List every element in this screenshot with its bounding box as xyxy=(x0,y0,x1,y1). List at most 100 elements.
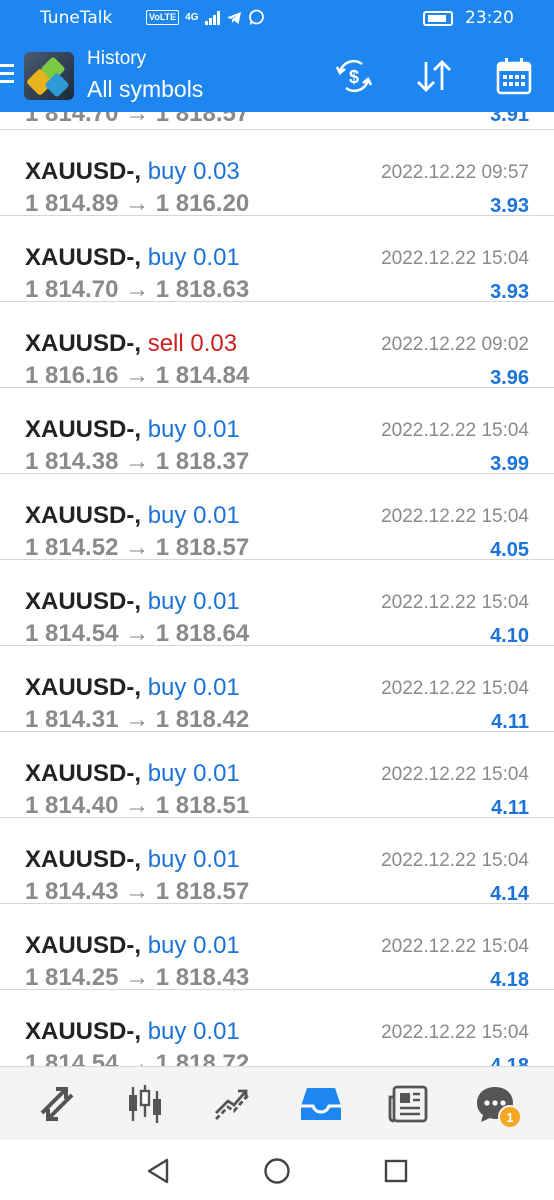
trade-side: buy xyxy=(147,588,187,615)
candlestick-icon xyxy=(129,1085,161,1123)
trade-title: XAUUSD-, buy 0.01 xyxy=(25,1020,240,1044)
trade-volume: 0.01 xyxy=(193,1018,240,1045)
news-tab[interactable] xyxy=(384,1081,434,1127)
open-price: 1 814.43 xyxy=(25,878,119,905)
whatsapp-icon xyxy=(248,9,264,25)
close-price: 1 818.37 xyxy=(155,448,250,475)
open-price: 1 814.89 xyxy=(25,190,119,217)
trade-title: XAUUSD-, buy 0.01 xyxy=(25,848,240,872)
trade-profit: 4.18 xyxy=(490,1055,529,1066)
trade-prices: 1 814.40 → 1 818.51 xyxy=(25,794,249,818)
open-price: 1 814.31 xyxy=(25,706,119,733)
trade-profit: 3.99 xyxy=(490,453,529,475)
trade-prices: 1 814.89 → 1 816.20 xyxy=(25,192,249,216)
trade-volume: 0.01 xyxy=(193,588,240,615)
chart-tab[interactable] xyxy=(120,1081,170,1127)
status-right: 23:20 xyxy=(423,8,514,28)
trade-history-list[interactable]: 1 814.70 → 1 818.57 3.91 XAUUSD-, buy 0.… xyxy=(0,112,554,1066)
partial-trade-row[interactable]: 1 814.70 → 1 818.57 3.91 xyxy=(0,112,554,130)
trade-row[interactable]: XAUUSD-, buy 0.01 2022.12.22 15:04 1 814.5… xyxy=(0,990,554,1067)
trade-symbol: XAUUSD-, xyxy=(25,158,142,185)
carrier-name: TuneTalk xyxy=(40,8,113,28)
messages-badge: 1 xyxy=(498,1105,522,1129)
back-icon xyxy=(147,1158,169,1184)
trade-row[interactable]: XAUUSD-, buy 0.01 2022.12.22 15:04 1 814.7… xyxy=(0,216,554,302)
recents-icon xyxy=(384,1159,408,1183)
trade-title: XAUUSD-, buy 0.03 xyxy=(25,160,240,184)
menu-icon[interactable] xyxy=(0,64,14,84)
close-price: 1 818.64 xyxy=(155,620,250,647)
trade-volume: 0.01 xyxy=(193,932,240,959)
trade-row[interactable]: XAUUSD-, buy 0.01 2022.12.22 15:04 1 814.4… xyxy=(0,818,554,904)
trade-time: 2022.12.22 09:57 xyxy=(381,162,529,183)
arrow-icon: → xyxy=(118,362,156,389)
back-button[interactable] xyxy=(143,1156,173,1186)
trade-row[interactable]: XAUUSD-, buy 0.01 2022.12.22 15:04 1 814.5… xyxy=(0,474,554,560)
trade-profit: 4.10 xyxy=(490,625,529,647)
symbol-filter[interactable]: All symbols xyxy=(87,76,203,103)
trade-tab[interactable] xyxy=(208,1081,258,1127)
trade-prices: 1 814.54 → 1 818.64 xyxy=(25,622,249,646)
trade-row[interactable]: XAUUSD-, buy 0.01 2022.12.22 15:04 1 814.5… xyxy=(0,560,554,646)
trade-volume: 0.01 xyxy=(193,502,240,529)
trade-profit: 4.14 xyxy=(490,883,529,905)
trade-time: 2022.12.22 15:04 xyxy=(381,936,529,957)
trade-symbol: XAUUSD-, xyxy=(25,674,142,701)
open-price: 1 814.52 xyxy=(25,534,119,561)
deposit-withdrawal-button[interactable]: $ xyxy=(330,52,378,100)
trade-time: 2022.12.22 15:04 xyxy=(381,850,529,871)
trade-title: XAUUSD-, buy 0.01 xyxy=(25,504,240,528)
trade-volume: 0.03 xyxy=(193,158,240,185)
trade-row[interactable]: XAUUSD-, sell 0.03 2022.12.22 09:02 1 816.… xyxy=(0,302,554,388)
trade-profit: 4.11 xyxy=(491,797,529,819)
trade-symbol: XAUUSD-, xyxy=(25,588,142,615)
trade-prices: 1 814.52 → 1 818.57 xyxy=(25,536,249,560)
trade-time: 2022.12.22 15:04 xyxy=(381,592,529,613)
calendar-button[interactable] xyxy=(490,52,538,100)
trade-time: 2022.12.22 15:04 xyxy=(381,678,529,699)
quotes-tab[interactable] xyxy=(32,1081,82,1127)
trade-row[interactable]: XAUUSD-, buy 0.01 2022.12.22 15:04 1 814.4… xyxy=(0,732,554,818)
trade-side: buy xyxy=(147,932,187,959)
recents-button[interactable] xyxy=(381,1156,411,1186)
open-price: 1 814.54 xyxy=(25,620,119,647)
trade-row[interactable]: XAUUSD-, buy 0.01 2022.12.22 15:04 1 814.3… xyxy=(0,388,554,474)
app-bar: History All symbols $ xyxy=(0,38,554,112)
close-price: 1 818.72 xyxy=(155,1050,250,1067)
battery-icon xyxy=(423,10,453,26)
trade-row[interactable]: XAUUSD-, buy 0.01 2022.12.22 15:04 1 814.3… xyxy=(0,646,554,732)
volte-icon: VoLTE xyxy=(146,10,180,25)
sort-icon xyxy=(417,60,451,92)
trade-volume: 0.03 xyxy=(190,330,238,357)
trade-row[interactable]: XAUUSD-, buy 0.01 2022.12.22 15:04 1 814.2… xyxy=(0,904,554,990)
network-indicators: VoLTE 4G xyxy=(146,9,265,26)
trade-symbol: XAUUSD-, xyxy=(25,502,142,529)
close-price: 1 818.42 xyxy=(155,706,250,733)
arrow-icon: → xyxy=(118,190,156,217)
messages-tab[interactable]: 1 xyxy=(470,1081,522,1129)
trade-time: 2022.12.22 09:02 xyxy=(381,334,529,355)
bottom-tab-bar: 1 xyxy=(0,1066,554,1140)
trade-title: XAUUSD-, buy 0.01 xyxy=(25,590,240,614)
history-tab[interactable] xyxy=(296,1081,346,1127)
signal-icon xyxy=(204,10,220,25)
svg-text:$: $ xyxy=(349,67,359,87)
newspaper-icon xyxy=(388,1085,428,1123)
close-price: 1 818.57 xyxy=(155,878,250,905)
sort-button[interactable] xyxy=(410,52,458,100)
close-price: 1 818.57 xyxy=(155,534,250,561)
system-nav-bar xyxy=(0,1140,554,1200)
trade-side: buy xyxy=(147,1018,187,1045)
trade-symbol: XAUUSD-, xyxy=(25,932,142,959)
trade-prices: 1 814.38 → 1 818.37 xyxy=(25,450,249,474)
trade-profit: 3.93 xyxy=(490,281,529,303)
home-button[interactable] xyxy=(262,1156,292,1186)
arrow-icon: → xyxy=(118,964,156,991)
trade-row[interactable]: XAUUSD-, buy 0.03 2022.12.22 09:57 1 814.8… xyxy=(0,130,554,216)
open-price: 1 814.54 xyxy=(25,1050,119,1067)
trade-title: XAUUSD-, buy 0.01 xyxy=(25,934,240,958)
trade-time: 2022.12.22 15:04 xyxy=(381,764,529,785)
trade-symbol: XAUUSD-, xyxy=(25,416,142,443)
status-bar: TuneTalk VoLTE 4G 23:20 xyxy=(0,0,554,38)
home-icon xyxy=(264,1158,290,1184)
